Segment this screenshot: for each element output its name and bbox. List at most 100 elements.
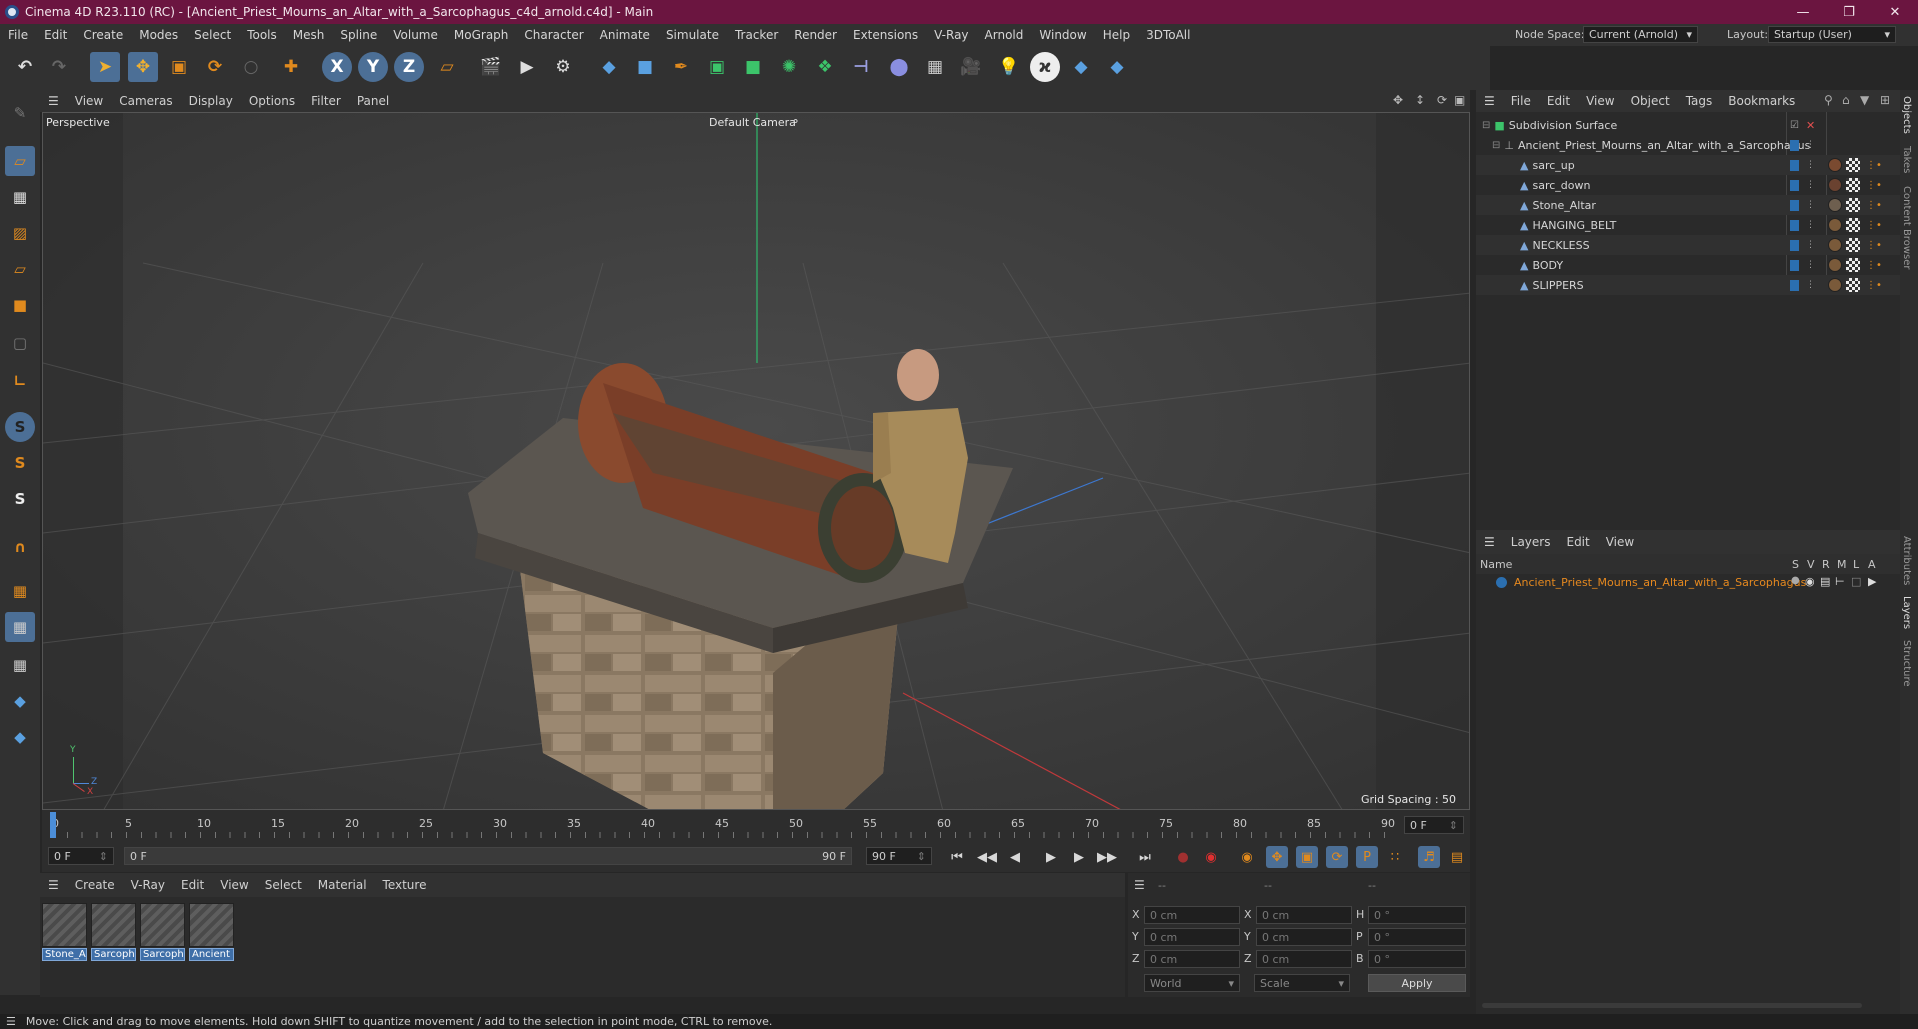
menu-select[interactable]: Select: [186, 28, 239, 42]
render-icon[interactable]: ▤: [1820, 575, 1830, 588]
pan-icon[interactable]: ✥: [1393, 93, 1403, 107]
hamburger-icon[interactable]: ☰: [1476, 94, 1503, 108]
horizontal-scrollbar[interactable]: [1482, 1003, 1862, 1008]
snap-settings-icon[interactable]: S: [5, 448, 35, 478]
solo-icon[interactable]: ●: [1791, 575, 1800, 586]
collapse-icon[interactable]: ⊟: [1482, 120, 1490, 131]
material-menu-edit[interactable]: Edit: [173, 878, 212, 892]
eye-icon[interactable]: ◉: [1805, 575, 1815, 588]
phong-tag-icon[interactable]: ⋮•: [1866, 280, 1882, 291]
hamburger-icon[interactable]: ☰: [6, 1015, 16, 1028]
material-tag-icon[interactable]: [1828, 238, 1842, 252]
undo-icon[interactable]: ↶: [10, 52, 40, 82]
tab-takes[interactable]: Takes: [1901, 146, 1912, 173]
workplane-icon[interactable]: ▦: [5, 576, 35, 606]
phong-tag-icon[interactable]: ⋮•: [1866, 220, 1882, 231]
object-row[interactable]: ▲ sarc_up ⋮ ⋮•: [1476, 155, 1900, 175]
enabled-cross-icon[interactable]: ✕: [1806, 119, 1815, 132]
phong-tag-icon[interactable]: ⋮•: [1866, 160, 1882, 171]
material-menu-texture[interactable]: Texture: [375, 878, 435, 892]
prev-key-icon[interactable]: ◀◀: [976, 846, 998, 868]
key-scale-icon[interactable]: ▣: [1296, 846, 1318, 868]
material-swatch[interactable]: Sarcoph: [140, 903, 185, 961]
menu-volume[interactable]: Volume: [385, 28, 446, 42]
phong-tag-icon[interactable]: ⋮•: [1866, 240, 1882, 251]
collapse-icon[interactable]: ⊟: [1492, 140, 1500, 151]
objects-menu-view[interactable]: View: [1578, 94, 1622, 108]
hamburger-icon[interactable]: ☰: [1134, 878, 1145, 892]
layer-color-swatch[interactable]: [1790, 279, 1799, 291]
hamburger-icon[interactable]: ☰: [40, 878, 67, 892]
arnold-icon[interactable]: ϰ: [1030, 52, 1060, 82]
material-menu-select[interactable]: Select: [257, 878, 310, 892]
material-menu-view[interactable]: View: [212, 878, 256, 892]
layers-menu-view[interactable]: View: [1598, 535, 1642, 549]
live-selection-icon[interactable]: ➤: [90, 52, 120, 82]
phong-tag-icon[interactable]: ⋮•: [1866, 180, 1882, 191]
objects-menu-object[interactable]: Object: [1623, 94, 1678, 108]
material-swatch[interactable]: Ancient: [189, 903, 234, 961]
object-row[interactable]: ⊟ ⊥ Ancient_Priest_Mourns_an_Altar_with_…: [1476, 135, 1900, 155]
locked-workplane-icon[interactable]: ▦: [5, 650, 35, 680]
uv-mode-icon[interactable]: ▢: [5, 328, 35, 358]
viewport-menu-options[interactable]: Options: [241, 94, 303, 108]
menu-extensions[interactable]: Extensions: [845, 28, 926, 42]
render-view-icon[interactable]: ▶: [512, 52, 542, 82]
layer-row[interactable]: Ancient_Priest_Mourns_an_Altar_with_a_Sa…: [1476, 574, 1900, 592]
visibility-check-icon[interactable]: ☑: [1790, 120, 1799, 131]
search-icon[interactable]: ⚲: [1824, 93, 1833, 107]
layer-color-icon[interactable]: [1496, 577, 1507, 588]
tab-content-browser[interactable]: Content Browser: [1901, 186, 1912, 269]
restore-icon[interactable]: ❐: [1826, 0, 1872, 24]
tab-attributes[interactable]: Attributes: [1901, 536, 1912, 585]
y-axis-lock-button[interactable]: Y: [358, 52, 388, 82]
next-frame-icon[interactable]: ▶: [1068, 846, 1090, 868]
object-row[interactable]: ▲ sarc_down ⋮ ⋮•: [1476, 175, 1900, 195]
coord-system-dropdown[interactable]: World ▾: [1144, 974, 1240, 992]
layers-menu-layers[interactable]: Layers: [1503, 535, 1559, 549]
visibility-dots-icon[interactable]: ⋮: [1806, 220, 1815, 230]
layout-dropdown[interactable]: Startup (User) ▾: [1768, 26, 1896, 43]
extrude-icon[interactable]: ■: [738, 52, 768, 82]
transform-mode-dropdown[interactable]: Scale ▾: [1254, 974, 1350, 992]
layer-color-swatch[interactable]: [1790, 199, 1799, 211]
layer-color-swatch[interactable]: [1790, 239, 1799, 251]
menu-3dtoall[interactable]: 3DToAll: [1138, 28, 1198, 42]
key-position-icon[interactable]: ✥: [1266, 846, 1288, 868]
next-key-icon[interactable]: ▶▶: [1096, 846, 1118, 868]
objects-menu-tags[interactable]: Tags: [1678, 94, 1721, 108]
layer-color-swatch[interactable]: [1790, 159, 1799, 171]
material-tag-icon[interactable]: [1828, 158, 1842, 172]
orbit-icon[interactable]: ⟳: [1437, 93, 1447, 107]
start-frame-field[interactable]: 0 F ⇕: [48, 847, 114, 865]
uvw-tag-icon[interactable]: [1846, 178, 1860, 192]
object-row[interactable]: ▲ Stone_Altar ⋮ ⋮•: [1476, 195, 1900, 215]
light-icon[interactable]: 💡: [994, 52, 1024, 82]
viewport-menu-view[interactable]: View: [67, 94, 111, 108]
menu-mograph[interactable]: MoGraph: [446, 28, 517, 42]
pos-z-field[interactable]: 0 cm: [1144, 950, 1240, 968]
polygons-mode-icon[interactable]: ■: [5, 290, 35, 320]
redo-icon[interactable]: ↷: [44, 52, 74, 82]
object-row[interactable]: ▲ SLIPPERS ⋮ ⋮•: [1476, 275, 1900, 295]
spline-pen-icon[interactable]: ✒: [666, 52, 696, 82]
quantize-icon[interactable]: S: [5, 484, 35, 514]
timeline-ruler[interactable]: 0 5 10 15 20 25 30 35 40 45 50 55 60 65 …: [42, 810, 1470, 840]
python-tool-icon[interactable]: ◆: [5, 686, 35, 716]
object-row[interactable]: ⊟ ■ Subdivision Surface ☑ ✕: [1476, 115, 1900, 135]
camera-label[interactable]: Default Camera: [709, 116, 796, 129]
uvw-tag-icon[interactable]: [1846, 278, 1860, 292]
rot-b-field[interactable]: 0 °: [1368, 950, 1466, 968]
rot-h-field[interactable]: 0 °: [1368, 906, 1466, 924]
uvw-tag-icon[interactable]: [1846, 218, 1860, 232]
python-icon[interactable]: ◆: [594, 52, 624, 82]
size-z-field[interactable]: 0 cm: [1256, 950, 1352, 968]
home-icon[interactable]: ⌂: [1842, 93, 1850, 107]
layer-color-swatch[interactable]: [1790, 179, 1799, 191]
visibility-dots-icon[interactable]: ⋮: [1806, 260, 1815, 270]
material-tag-icon[interactable]: [1828, 198, 1842, 212]
material-tag-icon[interactable]: [1828, 278, 1842, 292]
visibility-dots-icon[interactable]: ⋮: [1806, 140, 1815, 150]
make-editable-icon[interactable]: ✎: [5, 98, 35, 128]
snap-icon[interactable]: S: [5, 412, 35, 442]
